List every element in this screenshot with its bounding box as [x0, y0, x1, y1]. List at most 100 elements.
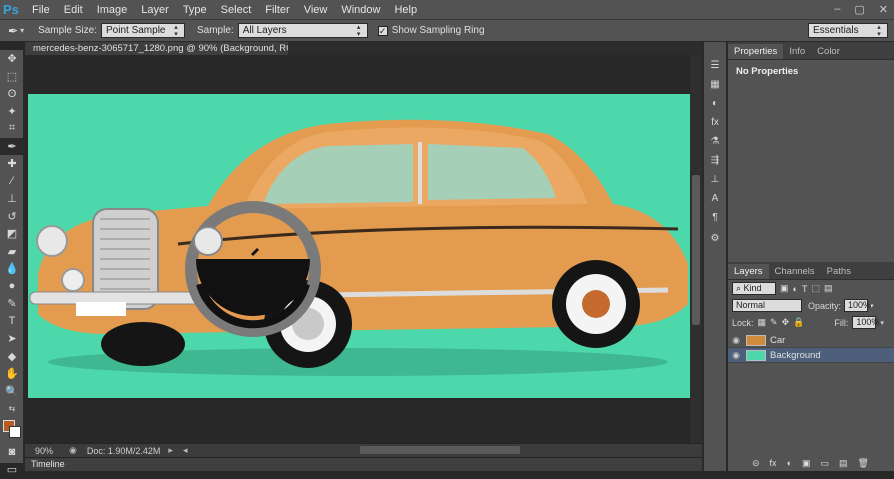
- menu-type[interactable]: Type: [176, 0, 214, 20]
- tab-info[interactable]: Info: [783, 44, 811, 59]
- menu-filter[interactable]: Filter: [258, 0, 296, 20]
- menu-image[interactable]: Image: [90, 0, 135, 20]
- brush-tool-icon[interactable]: ∕: [0, 173, 24, 191]
- styles-icon[interactable]: fx: [704, 113, 726, 132]
- navigator-icon[interactable]: ⚙: [704, 229, 726, 248]
- sample-label: Sample:: [197, 25, 234, 36]
- add-mask-icon[interactable]: ◐: [787, 458, 792, 469]
- document-canvas[interactable]: [28, 94, 690, 398]
- delete-layer-icon[interactable]: 🗑: [858, 458, 869, 469]
- minimize-button[interactable]: –: [834, 3, 840, 16]
- type-tool-icon[interactable]: T: [0, 313, 24, 331]
- clone-source-icon[interactable]: ⊥: [704, 170, 726, 189]
- lock-position-icon[interactable]: ✥: [782, 317, 790, 328]
- eyedropper-tool-preset-icon[interactable]: ✒: [8, 24, 18, 38]
- new-group-icon[interactable]: ▭: [821, 458, 830, 469]
- doc-info: Doc: 1.90M/2.42M: [86, 445, 161, 456]
- maximize-button[interactable]: ▢: [854, 3, 864, 16]
- move-tool-icon[interactable]: ✥: [0, 50, 24, 68]
- gradient-tool-icon[interactable]: ▰: [0, 243, 24, 261]
- hand-tool-icon[interactable]: ✋: [0, 365, 24, 383]
- tools-panel: ✥ ⬚ ʘ ✦ ⌗ ✒ ✚ ∕ ⊥ ↺ ◩ ▰ 💧 ● ✎ T ➤ ◆ ✋ 🔍 …: [0, 50, 24, 476]
- document-tab[interactable]: mercedes-benz-3065717_1280.png @ 90% (Ba…: [25, 42, 288, 55]
- tab-properties[interactable]: Properties: [728, 44, 784, 59]
- eyedropper-tool-icon[interactable]: ✒: [0, 137, 24, 155]
- marquee-tool-icon[interactable]: ⬚: [0, 68, 24, 86]
- new-adjustment-icon[interactable]: ▣: [802, 458, 811, 469]
- fill-input[interactable]: 100%: [852, 316, 880, 329]
- quick-mask-icon[interactable]: ◙: [0, 444, 24, 462]
- sample-size-select[interactable]: Point Sample: [101, 23, 185, 38]
- link-layers-icon[interactable]: ⊝: [752, 458, 760, 469]
- menu-edit[interactable]: Edit: [57, 0, 90, 20]
- vertical-scroll-thumb[interactable]: [692, 175, 700, 325]
- close-window-button[interactable]: ✕: [879, 3, 888, 16]
- new-layer-icon[interactable]: ▤: [839, 458, 848, 469]
- menu-select[interactable]: Select: [214, 0, 259, 20]
- sample-value: All Layers: [242, 25, 287, 36]
- menu-help[interactable]: Help: [387, 0, 424, 20]
- opacity-input[interactable]: 100%: [844, 299, 871, 312]
- brush-presets-icon[interactable]: ▦: [704, 75, 726, 94]
- tool-preset-dropdown-icon[interactable]: ▾: [20, 26, 24, 35]
- lock-pixels-icon[interactable]: ✎: [770, 317, 778, 328]
- blur-tool-icon[interactable]: 💧: [0, 260, 24, 278]
- show-sampling-ring-checkbox[interactable]: ✓: [377, 25, 388, 36]
- filter-adjustment-icon[interactable]: ◐: [793, 284, 798, 294]
- fill-dropdown-icon[interactable]: ▾: [880, 319, 884, 327]
- menu-window[interactable]: Window: [334, 0, 387, 20]
- background-color-swatch[interactable]: [9, 425, 21, 438]
- fill-value: 100%: [856, 317, 880, 327]
- sample-select[interactable]: All Layers: [237, 23, 368, 38]
- path-selection-tool-icon[interactable]: ➤: [0, 330, 24, 348]
- layer-row-car[interactable]: ◉ Car: [728, 333, 894, 348]
- pen-tool-icon[interactable]: ✎: [0, 295, 24, 313]
- history-brush-tool-icon[interactable]: ↺: [0, 208, 24, 226]
- history-panel-icon[interactable]: ☰: [704, 56, 726, 75]
- horizontal-scroll-thumb[interactable]: [360, 446, 520, 454]
- lasso-tool-icon[interactable]: ʘ: [0, 85, 24, 103]
- zoom-level[interactable]: 90%: [35, 446, 63, 456]
- menu-view[interactable]: View: [297, 0, 335, 20]
- filter-smart-object-icon[interactable]: ▤: [824, 283, 833, 294]
- swap-colors-icon[interactable]: ⇆: [0, 400, 24, 418]
- status-info-icon[interactable]: ◉: [69, 445, 77, 456]
- tab-paths[interactable]: Paths: [821, 264, 857, 279]
- character-panel-icon[interactable]: A: [704, 189, 726, 208]
- status-menu-icon[interactable]: ▸: [168, 445, 173, 456]
- blend-mode-select[interactable]: Normal: [732, 299, 802, 312]
- lock-all-icon[interactable]: 🔒: [793, 317, 804, 328]
- lock-transparent-icon[interactable]: ▦: [758, 317, 767, 328]
- color-swatches[interactable]: [0, 418, 24, 444]
- filter-pixel-icon[interactable]: ▣: [780, 283, 789, 294]
- swatches-icon[interactable]: ⚗: [704, 132, 726, 151]
- eraser-tool-icon[interactable]: ◩: [0, 225, 24, 243]
- tool-presets-icon[interactable]: ⇶: [704, 151, 726, 170]
- clone-stamp-tool-icon[interactable]: ⊥: [0, 190, 24, 208]
- menu-layer[interactable]: Layer: [134, 0, 176, 20]
- tab-color[interactable]: Color: [811, 44, 846, 59]
- adjustments-icon[interactable]: ◐: [704, 94, 726, 113]
- timeline-tab[interactable]: Timeline: [25, 457, 702, 471]
- magic-wand-tool-icon[interactable]: ✦: [0, 103, 24, 121]
- tab-layers[interactable]: Layers: [728, 264, 769, 279]
- zoom-tool-icon[interactable]: 🔍: [0, 383, 24, 401]
- menu-file[interactable]: File: [25, 0, 57, 20]
- filter-type-icon[interactable]: T: [802, 284, 808, 294]
- scroll-left-icon[interactable]: ◂: [183, 445, 188, 456]
- visibility-eye-icon[interactable]: ◉: [728, 350, 744, 361]
- screen-mode-icon[interactable]: ▭: [0, 461, 24, 479]
- healing-brush-tool-icon[interactable]: ✚: [0, 155, 24, 173]
- paragraph-panel-icon[interactable]: ¶: [704, 208, 726, 227]
- layer-kind-filter[interactable]: ⌕ Kind: [732, 282, 776, 295]
- crop-tool-icon[interactable]: ⌗: [0, 120, 24, 138]
- visibility-eye-icon[interactable]: ◉: [728, 335, 744, 346]
- car-artwork: [29, 119, 688, 376]
- workspace-select[interactable]: Essentials: [808, 23, 888, 38]
- tab-channels[interactable]: Channels: [769, 264, 821, 279]
- add-style-icon[interactable]: fx: [770, 458, 777, 469]
- shape-tool-icon[interactable]: ◆: [0, 348, 24, 366]
- filter-shape-icon[interactable]: ⬚: [811, 283, 820, 294]
- layer-row-background[interactable]: ◉ Background: [728, 348, 894, 363]
- dodge-tool-icon[interactable]: ●: [0, 278, 24, 296]
